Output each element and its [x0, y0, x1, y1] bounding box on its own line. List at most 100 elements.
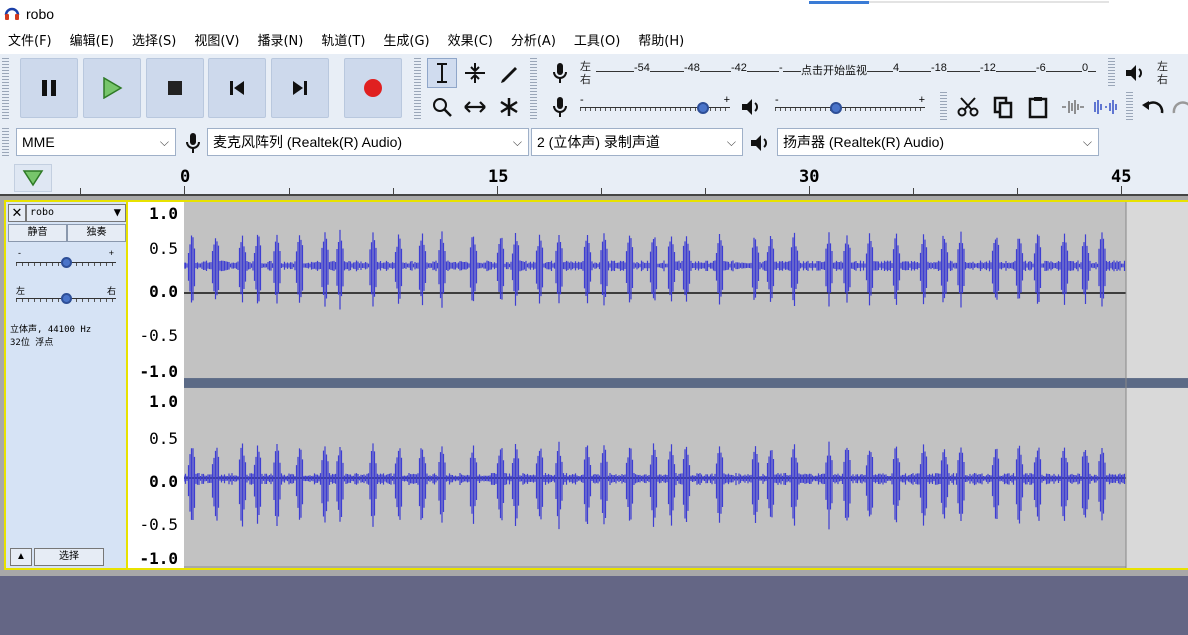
- caret-up-icon: ▲: [16, 551, 26, 562]
- audio-host-value: MME: [22, 134, 55, 150]
- select-track-button[interactable]: 选择: [34, 548, 104, 566]
- timeline-label: 15: [488, 167, 509, 187]
- record-meter-button[interactable]: [545, 58, 575, 88]
- audio-host-select[interactable]: MME ⌵: [16, 128, 176, 156]
- silence-button[interactable]: [1090, 92, 1120, 122]
- mute-button[interactable]: 静音: [8, 224, 67, 242]
- menu-view[interactable]: 视图(V): [194, 30, 239, 54]
- play-meter-grip[interactable]: [1108, 58, 1115, 88]
- edit-grip[interactable]: [940, 92, 947, 122]
- meter-tick: 0: [1082, 62, 1089, 74]
- undo-grip[interactable]: [1126, 92, 1133, 122]
- start-monitoring-label[interactable]: 点击开始监视: [801, 62, 867, 78]
- menu-transport[interactable]: 播录(N): [257, 30, 303, 54]
- track-menu-button[interactable]: robo ▼: [26, 204, 126, 222]
- record-button[interactable]: [344, 58, 402, 118]
- trim-button[interactable]: [1058, 92, 1088, 122]
- timeline-ruler[interactable]: 0 15 30 45: [0, 158, 1188, 196]
- menu-select[interactable]: 选择(S): [132, 30, 176, 54]
- redo-button[interactable]: [1170, 92, 1188, 122]
- speaker-icon: [1126, 65, 1142, 81]
- record-icon: [364, 79, 382, 97]
- pause-icon: [42, 80, 56, 96]
- timeshift-tool[interactable]: [460, 92, 490, 122]
- playback-device-select[interactable]: 扬声器 (Realtek(R) Audio) ⌵: [777, 128, 1099, 156]
- meter-grip[interactable]: [530, 58, 537, 120]
- slider-knob[interactable]: [697, 102, 709, 114]
- empty-track-area[interactable]: [0, 576, 1188, 635]
- envelope-tool[interactable]: [460, 58, 490, 88]
- slider-max: +: [723, 94, 730, 106]
- trim-audio-icon: [1062, 100, 1084, 114]
- envelope-icon: [465, 63, 485, 83]
- gain-slider[interactable]: - +: [16, 248, 116, 272]
- amp-label: 0.5: [149, 239, 178, 258]
- copy-button[interactable]: [988, 92, 1018, 122]
- timeline-label: 0: [180, 167, 191, 187]
- title-accent-line: [809, 1, 869, 4]
- scissors-icon: [957, 97, 979, 117]
- menu-effect[interactable]: 效果(C): [448, 30, 493, 54]
- chevron-down-icon: ⌵: [159, 135, 169, 149]
- play-icon: [103, 77, 123, 99]
- redo-icon: [1172, 101, 1188, 114]
- slider-max: +: [918, 94, 925, 106]
- play-button[interactable]: [83, 58, 141, 118]
- amp-label: -0.5: [139, 515, 178, 534]
- menu-tracks[interactable]: 轨道(T): [321, 30, 365, 54]
- solo-button[interactable]: 独奏: [67, 224, 126, 242]
- device-grip[interactable]: [2, 128, 9, 156]
- stop-icon: [168, 81, 182, 95]
- menu-help[interactable]: 帮助(H): [638, 30, 684, 54]
- menu-generate[interactable]: 生成(G): [383, 30, 429, 54]
- stop-button[interactable]: [146, 58, 204, 118]
- tools-grip[interactable]: [414, 58, 421, 120]
- selection-tool[interactable]: [427, 58, 457, 88]
- menu-analyze[interactable]: 分析(A): [511, 30, 556, 54]
- recording-device-select[interactable]: 麦克风阵列 (Realtek(R) Audio) ⌵: [207, 128, 529, 156]
- close-track-button[interactable]: ✕: [8, 204, 26, 222]
- slider-dots: [775, 108, 925, 111]
- toolbar-grip[interactable]: [2, 58, 9, 120]
- pause-button[interactable]: [20, 58, 78, 118]
- speaker-icon: [742, 99, 758, 115]
- recording-channels-select[interactable]: 2 (立体声) 录制声道 ⌵: [531, 128, 743, 156]
- track-rate-info: 立体声, 44100 Hz: [10, 325, 92, 335]
- slider-knob[interactable]: [830, 102, 842, 114]
- skip-end-icon: [293, 81, 307, 95]
- pinned-play-head-button[interactable]: [14, 164, 52, 192]
- track-control-panel[interactable]: ✕ robo ▼ 静音 独奏 - + 左 右 立体声, 44100 Hz 32位 …: [4, 200, 128, 570]
- play-meter-button[interactable]: [1120, 58, 1150, 88]
- record-volume-slider[interactable]: - +: [580, 94, 730, 118]
- cut-button[interactable]: [953, 92, 983, 122]
- slider-knob[interactable]: [61, 293, 72, 304]
- multi-tool[interactable]: [494, 92, 524, 122]
- menu-bar: 文件(F) 编辑(E) 选择(S) 视图(V) 播录(N) 轨道(T) 生成(G…: [0, 30, 1188, 54]
- vertical-ruler[interactable]: 1.0 0.5 0.0 -0.5 -1.0 1.0 0.5 0.0 -0.5 -…: [128, 200, 184, 570]
- slider-knob[interactable]: [61, 257, 72, 268]
- playback-device-value: 扬声器 (Realtek(R) Audio): [783, 134, 945, 150]
- track-header: ✕ robo ▼: [8, 204, 126, 222]
- skip-end-button[interactable]: [271, 58, 329, 118]
- paste-button[interactable]: [1023, 92, 1053, 122]
- track-area[interactable]: ✕ robo ▼ 静音 独奏 - + 左 右 立体声, 44100 Hz 32位 …: [0, 196, 1188, 576]
- zoom-tool[interactable]: [427, 92, 457, 122]
- chevron-down-icon: ⌵: [512, 135, 522, 149]
- waveform-view[interactable]: [184, 200, 1188, 570]
- play-volume-icon-btn: [736, 92, 766, 122]
- draw-tool[interactable]: [494, 58, 524, 88]
- skip-start-button[interactable]: [208, 58, 266, 118]
- pan-slider[interactable]: 左 右: [16, 286, 116, 308]
- menu-file[interactable]: 文件(F): [8, 30, 52, 54]
- play-meter-right: 右: [1157, 74, 1168, 86]
- close-icon: ✕: [11, 205, 23, 220]
- undo-button[interactable]: [1138, 92, 1168, 122]
- play-volume-slider[interactable]: - +: [775, 94, 925, 118]
- recording-channels-value: 2 (立体声) 录制声道: [537, 134, 660, 150]
- menu-edit[interactable]: 编辑(E): [70, 30, 114, 54]
- amp-label: -1.0: [139, 549, 178, 568]
- menu-tools[interactable]: 工具(O): [574, 30, 620, 54]
- collapse-track-button[interactable]: ▲: [10, 548, 32, 566]
- record-meter[interactable]: -54 -48 -42 - 点击开始监视 4 -18 -12 -6 0: [596, 60, 1096, 82]
- meter-tick: -42: [731, 62, 747, 74]
